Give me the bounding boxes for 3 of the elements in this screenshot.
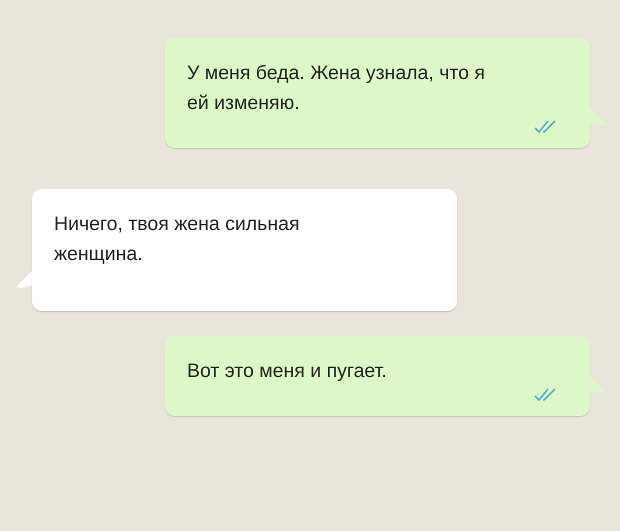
message-text: У меня беда. Жена узнала, что я ей изменяю. <box>187 61 486 116</box>
message-text: Ничего, твоя жена сильная женщина. <box>54 212 301 267</box>
message-text: Вот это меня и пугает. <box>187 359 388 384</box>
